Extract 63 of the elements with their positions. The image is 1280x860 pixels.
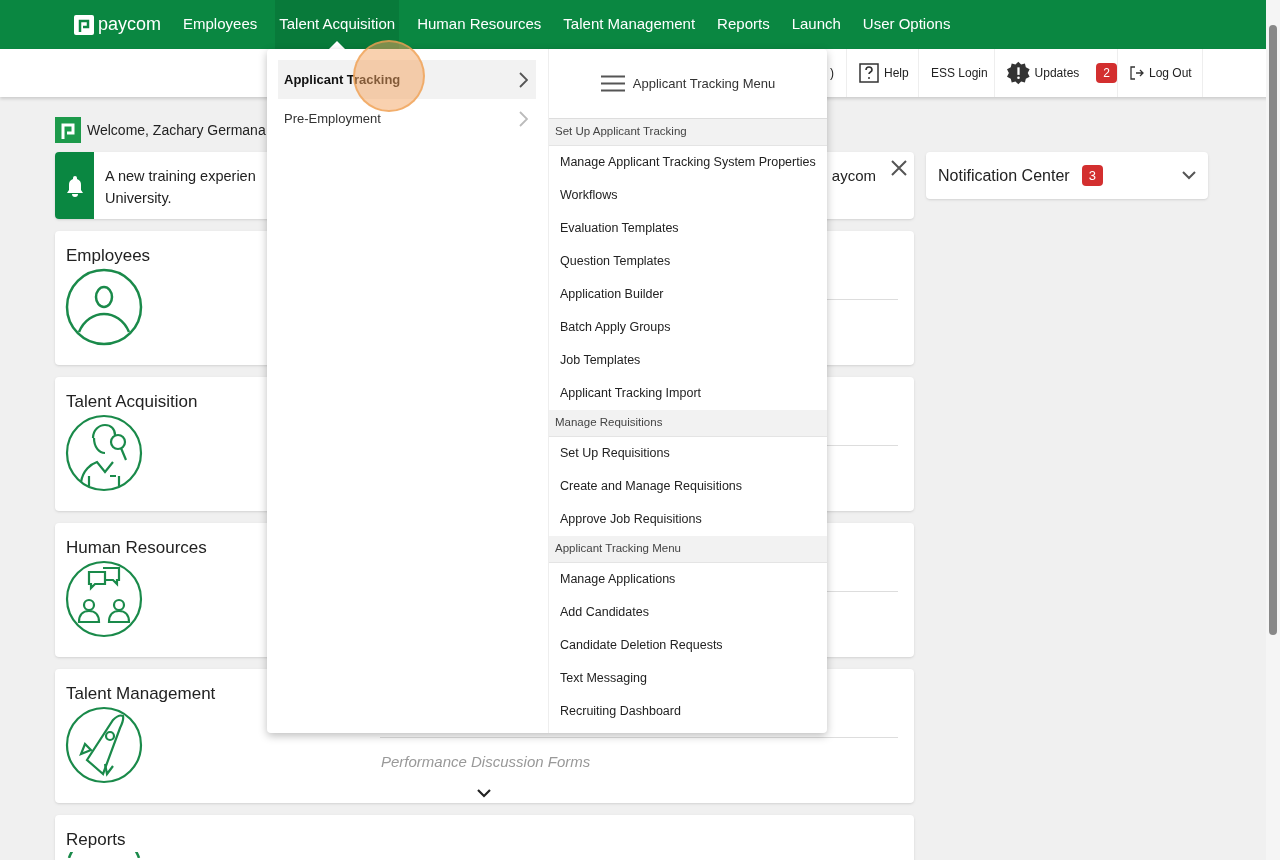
menu-icon (600, 75, 625, 92)
logout-button[interactable]: Log Out (1118, 49, 1203, 97)
menu-item[interactable]: Application Builder (549, 278, 827, 311)
count-badge: 3 (1081, 164, 1103, 187)
menu-item[interactable]: Applicant Tracking Import (549, 377, 827, 410)
menu-item[interactable]: Question Templates (549, 245, 827, 278)
submenu-item[interactable]: Pre-Employment (278, 99, 536, 138)
alert-badge-icon (1007, 61, 1030, 85)
chevron-right-icon (519, 71, 528, 88)
section-heading: Set Up Applicant Tracking (549, 119, 827, 146)
menu-item[interactable]: Batch Apply Groups (549, 311, 827, 344)
nav-item[interactable]: Talent Acquisition (275, 0, 400, 49)
help-button[interactable]: Help (847, 49, 919, 97)
menu-item[interactable]: Job Templates (549, 344, 827, 377)
menu-item[interactable]: Manage Applicant Tracking System Properties (549, 146, 827, 179)
submenu-item[interactable]: Applicant Tracking (278, 60, 536, 99)
welcome-text: Welcome, Zachary Germana (87, 120, 266, 140)
chevron-down-icon[interactable] (477, 789, 491, 798)
nav-item[interactable]: Launch (791, 0, 841, 49)
person-icon (65, 268, 143, 346)
card-title: Talent Management (66, 683, 216, 705)
nav-item[interactable]: Talent Management (563, 0, 696, 49)
menu-item[interactable]: Create and Manage Requisitions (549, 470, 827, 503)
nav-item[interactable]: Human Resources (417, 0, 542, 49)
menu-title: Applicant Tracking Menu (632, 74, 776, 93)
menu-item[interactable]: Manage Applications (549, 563, 827, 596)
logout-icon (1130, 66, 1144, 80)
card-title: Talent Acquisition (66, 391, 198, 413)
count-badge: 2 (1096, 63, 1117, 83)
nav-item[interactable]: Reports (717, 0, 770, 49)
notification-center[interactable]: Notification Center 3 (926, 152, 1208, 199)
menu-item[interactable]: Add Candidates (549, 596, 827, 629)
updates-button[interactable]: Updates 2 (995, 49, 1118, 97)
section-heading: Applicant Tracking Menu (549, 536, 827, 563)
close-icon[interactable] (890, 159, 908, 177)
menu-item[interactable]: Text Messaging (549, 662, 827, 695)
bell-icon (64, 174, 85, 197)
nav-item[interactable]: User Options (862, 0, 951, 49)
section-heading: Manage Requisitions (549, 410, 827, 437)
rocket-icon (65, 706, 143, 784)
people-chat-icon (65, 560, 143, 638)
card-title: Reports (66, 829, 126, 851)
menu-item[interactable]: Evaluation Templates (549, 212, 827, 245)
banner-text: University. (105, 189, 173, 208)
card-title: Employees (66, 245, 151, 267)
menu-item[interactable]: Set Up Requisitions (549, 437, 827, 470)
logo[interactable]: paycom (74, 11, 162, 38)
menu-item[interactable]: Workflows (549, 179, 827, 212)
logo-icon (55, 117, 81, 143)
chevron-down-icon (1182, 171, 1196, 180)
recruiter-icon (65, 414, 143, 492)
menu-item[interactable]: Recruiting Dashboard (549, 695, 827, 728)
partial-text: ) (830, 49, 847, 97)
menu-item[interactable]: Approve Job Requisitions (549, 503, 827, 536)
nav-item[interactable]: Employees (183, 0, 258, 49)
menu-item[interactable]: Candidate Deletion Requests (549, 629, 827, 662)
banner-text: A new training experien (105, 167, 256, 186)
banner-text: aycom (831, 166, 876, 186)
help-icon (859, 63, 879, 83)
logo-icon (74, 14, 94, 35)
card-title: Human Resources (66, 537, 207, 559)
chevron-right-icon (519, 110, 528, 127)
plain-button[interactable]: ESS Login (919, 49, 995, 97)
